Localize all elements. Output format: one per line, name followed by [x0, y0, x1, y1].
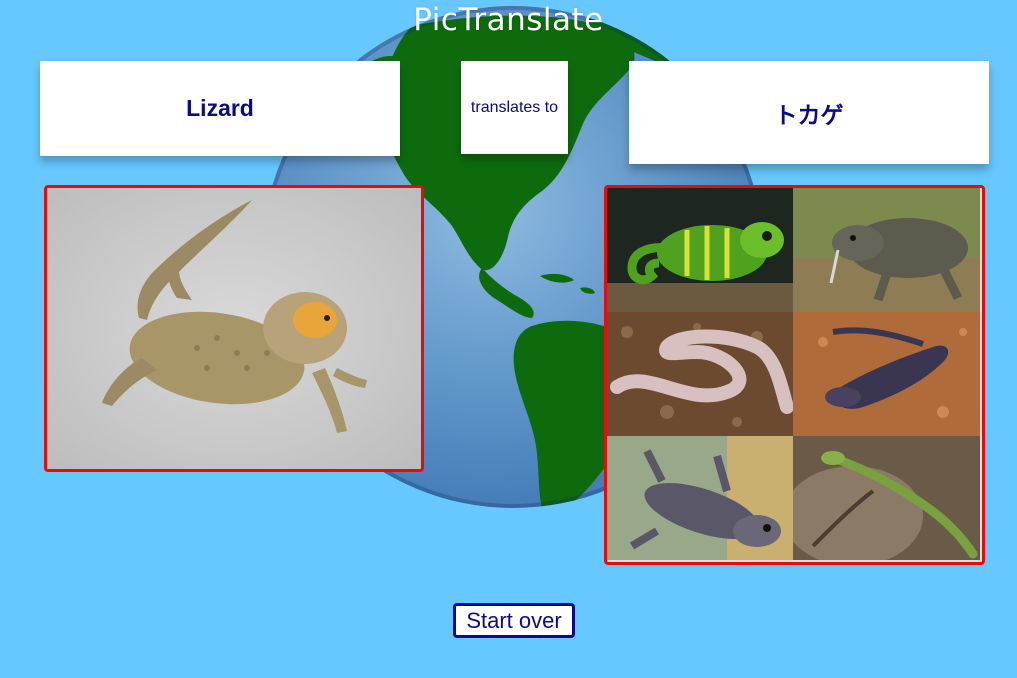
target-word: トカゲ [774, 102, 844, 129]
bearded-dragon-photo-icon [47, 188, 421, 469]
monitor-lizard-photo-icon [793, 188, 980, 312]
target-image-grid [607, 188, 982, 562]
target-word-card: トカゲ [629, 61, 989, 164]
blue-tongued-skink-photo-icon [793, 312, 980, 436]
green-lizard-photo-icon [793, 436, 980, 560]
connector-text: translates to [470, 98, 559, 116]
connector-card: translates to [461, 61, 568, 154]
source-word-card: Lizard [40, 61, 400, 156]
source-image-frame [44, 185, 424, 472]
app-title: PicTranslate [413, 2, 604, 38]
chameleon-photo-icon [607, 188, 793, 312]
legless-lizard-photo-icon [607, 312, 793, 436]
target-images-frame [604, 185, 985, 565]
gecko-photo-icon [607, 436, 793, 560]
start-over-button[interactable]: Start over [453, 603, 575, 638]
app-stage: PicTranslate Lizard translates to トカゲ St… [0, 0, 1017, 678]
source-word: Lizard [186, 95, 254, 121]
